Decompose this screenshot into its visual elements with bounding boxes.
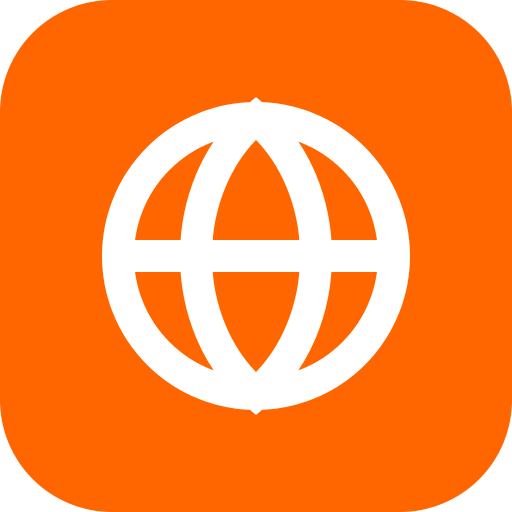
app-icon[interactable] <box>0 0 512 512</box>
globe-icon <box>102 96 410 416</box>
